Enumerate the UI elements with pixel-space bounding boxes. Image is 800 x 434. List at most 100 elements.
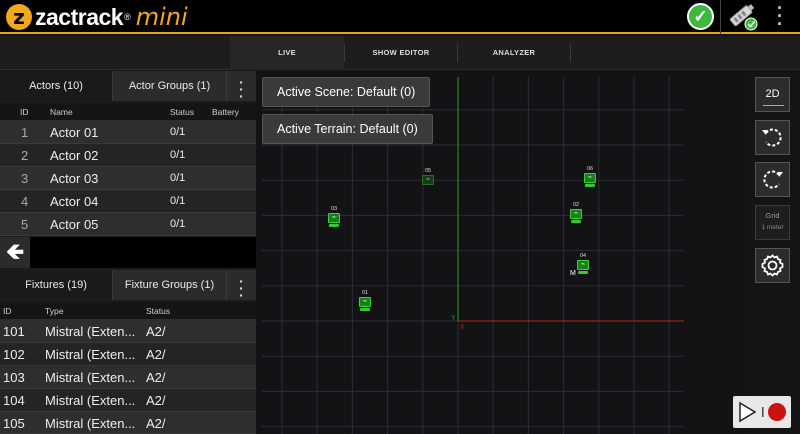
actors-tabs: Actors (10) Actor Groups (1) · · · — [0, 71, 256, 103]
fixture-type: Mistral (Exten... — [45, 393, 136, 408]
tab-actor-groups[interactable]: Actor Groups (1) — [112, 71, 226, 101]
actor-base — [329, 224, 339, 227]
fixture-type: Mistral (Exten... — [45, 416, 136, 431]
stage-grid-view[interactable]: YX Active Scene: Default (0) Active Terr… — [256, 71, 750, 434]
fixture-row[interactable]: 101 Mistral (Exten... A2/ — [0, 320, 256, 343]
actor-id: 3 — [21, 171, 29, 186]
actor-tag-icon: ⌁ — [584, 173, 596, 183]
fixture-status: A2/ — [146, 393, 166, 408]
tab-live[interactable]: LIVE — [230, 36, 344, 70]
device-connected-icon[interactable] — [724, 2, 760, 32]
col-status[interactable]: Status — [170, 107, 194, 117]
actor-marker[interactable]: 02 ⌁ — [567, 202, 585, 223]
fixture-status: A2/ — [146, 347, 166, 362]
actor-id: 5 — [21, 217, 29, 232]
panel-toggle-bar: 🡸 — [0, 237, 256, 268]
view-2d-button[interactable]: 2D — [755, 77, 790, 112]
actor-tag-icon: ⌁ — [570, 209, 582, 219]
actor-row[interactable]: 1 Actor 01 0/1 — [0, 121, 256, 144]
actor-row[interactable]: 4 Actor 04 0/1 — [0, 190, 256, 213]
tab-actors[interactable]: Actors (10) — [0, 71, 112, 101]
tab-fixtures[interactable]: Fixtures (19) — [0, 270, 112, 300]
fixture-type: Mistral (Exten... — [45, 347, 136, 362]
top-bar: z zactrack ® mini ✓ · · · — [0, 0, 800, 34]
fixtures-menu-icon[interactable]: · · · — [226, 270, 256, 302]
x-axis-label: X — [460, 324, 465, 331]
rotate-left-button[interactable] — [755, 120, 790, 155]
rotate-right-button[interactable] — [755, 162, 790, 197]
actor-id: 1 — [21, 125, 29, 140]
rotate-right-icon — [763, 170, 783, 189]
fixture-row[interactable]: 105 Mistral (Exten... A2/ — [0, 412, 256, 434]
left-panel: Actors (10) Actor Groups (1) · · · ID Name… — [0, 71, 256, 434]
actor-marker-label: 06 — [586, 166, 594, 172]
actor-marker-label: 04 — [579, 253, 587, 259]
active-terrain-button[interactable]: Active Terrain: Default (0) — [262, 114, 433, 144]
brand-name: zactrack — [35, 3, 124, 30]
gear-icon — [761, 254, 784, 277]
playback-divider — [762, 407, 764, 417]
playback-control[interactable] — [733, 396, 791, 428]
actor-row[interactable]: 5 Actor 05 0/1 — [0, 213, 256, 236]
actor-name: Actor 02 — [50, 148, 99, 163]
actor-marker[interactable]: 04 ⌁ — [574, 253, 592, 274]
fixtures-tabs: Fixtures (19) Fixture Groups (1) · · · — [0, 270, 256, 302]
actors-menu-icon[interactable]: · · · — [226, 71, 256, 103]
actor-name: Actor 01 — [50, 125, 99, 140]
grid-size-display: Grid 1 meter — [755, 205, 790, 240]
actor-marker[interactable]: 03 ⌁ — [325, 206, 343, 227]
col-id[interactable]: ID — [3, 306, 12, 316]
col-battery[interactable]: Battery — [212, 107, 239, 117]
actor-status: 0/1 — [170, 195, 186, 207]
main-nav: LIVE SHOW EDITOR ANALYZER — [0, 36, 800, 70]
kebab-menu-icon[interactable]: · · · — [770, 0, 790, 33]
fixture-type: Mistral (Exten... — [45, 370, 136, 385]
tab-show-editor[interactable]: SHOW EDITOR — [345, 36, 457, 70]
col-name[interactable]: Name — [50, 107, 73, 117]
rotate-left-icon — [762, 128, 782, 147]
actor-marker-label: 05 — [424, 168, 432, 174]
actor-tag-icon: ⌁ — [328, 213, 340, 223]
actors-table-header: ID Name Status Battery — [0, 103, 256, 121]
record-icon[interactable] — [768, 403, 786, 421]
actor-name: Actor 03 — [50, 171, 99, 186]
actor-marker[interactable]: 06 ⌁ — [581, 166, 599, 187]
actor-marker[interactable]: 01 ⌁ — [356, 290, 374, 311]
fixture-status: A2/ — [146, 416, 166, 431]
fixture-id: 103 — [3, 370, 25, 385]
actor-row[interactable]: 3 Actor 03 0/1 — [0, 167, 256, 190]
actor-status: 0/1 — [170, 126, 186, 138]
fixture-type: Mistral (Exten... — [45, 324, 136, 339]
brand-logo: z zactrack ® mini — [6, 2, 188, 32]
right-toolbar: 2D Grid 1 meter — [750, 71, 800, 434]
actor-status: 0/1 — [170, 218, 186, 230]
active-scene-button[interactable]: Active Scene: Default (0) — [262, 77, 431, 107]
actor-tag-icon: ⌁ — [359, 297, 371, 307]
tab-analyzer[interactable]: ANALYZER — [458, 36, 570, 70]
arrow-left-icon[interactable]: 🡸 — [0, 237, 30, 268]
col-status[interactable]: Status — [146, 306, 170, 316]
top-divider — [720, 0, 721, 34]
actor-row[interactable]: 2 Actor 02 0/1 — [0, 144, 256, 167]
app-window: z zactrack ® mini ✓ · · · LIVE SHOW EDIT… — [0, 0, 800, 434]
fixture-id: 104 — [3, 393, 25, 408]
fixture-row[interactable]: 102 Mistral (Exten... A2/ — [0, 343, 256, 366]
col-id[interactable]: ID — [20, 107, 29, 117]
actor-base — [571, 220, 581, 223]
tab-fixture-groups[interactable]: Fixture Groups (1) — [112, 270, 226, 300]
fixture-row[interactable]: 103 Mistral (Exten... A2/ — [0, 366, 256, 389]
check-icon[interactable]: ✓ — [687, 3, 714, 30]
col-type[interactable]: Type — [45, 306, 63, 316]
fixture-status: A2/ — [146, 324, 166, 339]
fixture-row[interactable]: 104 Mistral (Exten... A2/ — [0, 389, 256, 412]
brand-edition: mini — [135, 3, 188, 31]
logo-mark-icon: z — [6, 4, 32, 30]
actor-marker-label: 02 — [572, 202, 580, 208]
actor-marker[interactable]: 05 ⌁ — [419, 168, 437, 185]
play-icon[interactable] — [739, 401, 757, 423]
actor-base — [578, 271, 588, 274]
actor-marker-label: 01 — [361, 290, 369, 296]
nav-divider — [570, 44, 571, 62]
settings-button[interactable] — [755, 248, 790, 283]
brand-registered: ® — [124, 12, 131, 22]
